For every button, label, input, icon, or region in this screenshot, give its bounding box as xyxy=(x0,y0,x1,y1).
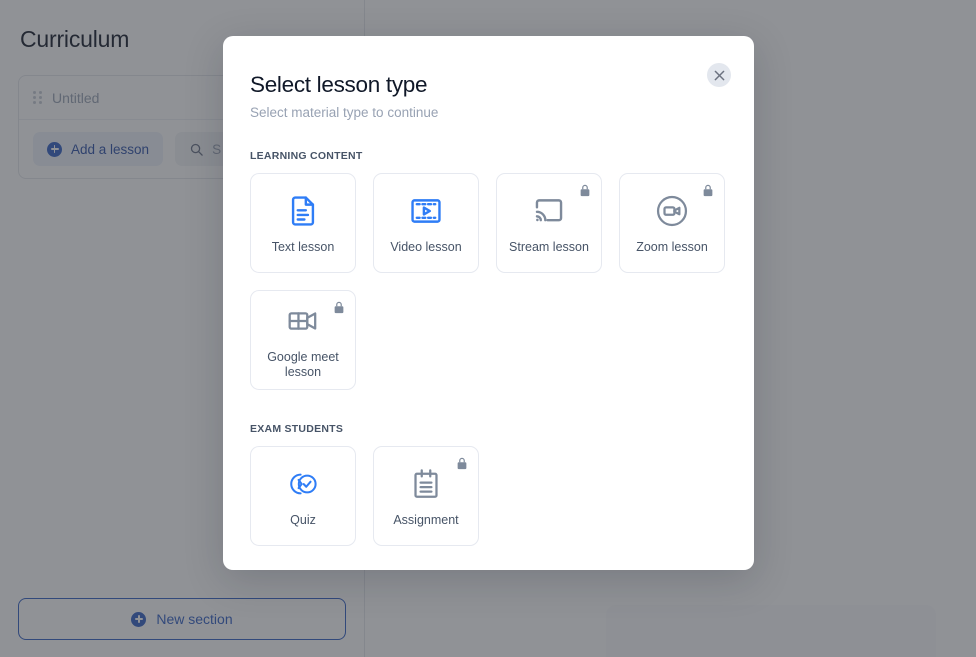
lesson-type-label: Stream lesson xyxy=(509,240,589,255)
lesson-type-label: Google meet lesson xyxy=(257,350,349,380)
quiz-check-icon xyxy=(285,464,321,504)
close-button[interactable] xyxy=(707,63,731,87)
lock-icon xyxy=(333,301,345,314)
lesson-type-card-assignment[interactable]: Assignment xyxy=(373,446,479,546)
lesson-type-card-quiz[interactable]: Quiz xyxy=(250,446,356,546)
video-frame-icon xyxy=(409,191,443,231)
lesson-type-card-google-meet[interactable]: Google meet lesson xyxy=(250,290,356,390)
lock-icon xyxy=(702,184,714,197)
group-label-exam-students: EXAM STUDENTS xyxy=(250,423,727,435)
lesson-type-card-zoom[interactable]: Zoom lesson xyxy=(619,173,725,273)
lesson-type-card-stream[interactable]: Stream lesson xyxy=(496,173,602,273)
document-icon xyxy=(286,191,320,231)
lesson-type-label: Zoom lesson xyxy=(636,240,708,255)
close-icon xyxy=(714,70,725,81)
app-root: Curriculum Untitled Add a lesson xyxy=(0,0,976,657)
dialog-title: Select lesson type xyxy=(250,72,727,98)
lock-icon xyxy=(456,457,468,470)
dialog-subtitle: Select material type to continue xyxy=(250,105,727,120)
group-label-learning-content: LEARNING CONTENT xyxy=(250,150,727,162)
clipboard-icon xyxy=(409,464,443,504)
google-meet-icon xyxy=(286,301,320,341)
screencast-icon xyxy=(532,191,566,231)
learning-content-card-grid: Text lesson Video lesson xyxy=(250,173,727,390)
lesson-type-label: Text lesson xyxy=(272,240,335,255)
lesson-type-label: Quiz xyxy=(290,513,316,528)
lock-icon xyxy=(579,184,591,197)
video-circle-icon xyxy=(654,191,690,231)
exam-students-card-grid: Quiz Assignment xyxy=(250,446,727,546)
select-lesson-type-dialog: Select lesson type Select material type … xyxy=(223,36,754,570)
lesson-type-label: Video lesson xyxy=(390,240,461,255)
lesson-type-card-video[interactable]: Video lesson xyxy=(373,173,479,273)
lesson-type-label: Assignment xyxy=(393,513,458,528)
lesson-type-card-text[interactable]: Text lesson xyxy=(250,173,356,273)
